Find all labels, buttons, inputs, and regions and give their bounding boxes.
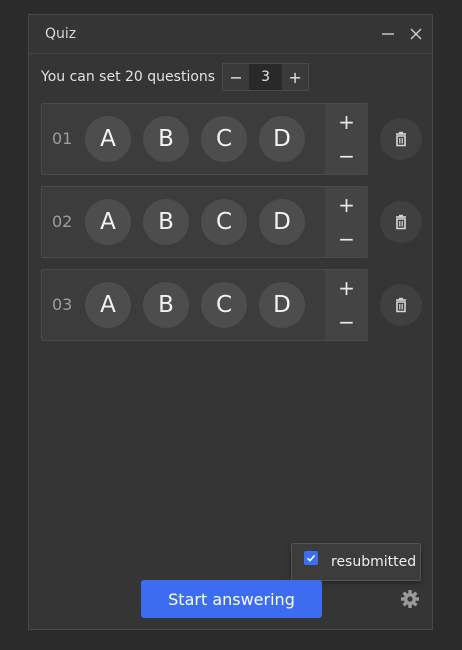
remove-option-button[interactable]: − — [325, 222, 368, 256]
option-c-button[interactable]: C — [201, 116, 247, 162]
question-number: 02 — [52, 212, 73, 231]
question-limit-label: You can set 20 questions — [41, 69, 216, 85]
resubmit-popover: resubmitted — [291, 543, 421, 581]
checkmark-icon — [306, 554, 316, 562]
question-list: 01 A B C D + − 02 A B C D + − 03 A B C D… — [41, 103, 424, 352]
resubmitted-checkbox[interactable] — [304, 551, 318, 565]
question-number: 01 — [52, 129, 73, 148]
option-count-controls: + − — [325, 270, 368, 340]
delete-question-button[interactable] — [380, 284, 422, 326]
question-count-setting: You can set 20 questions − 3 + — [41, 63, 310, 91]
remove-option-button[interactable]: − — [325, 139, 368, 173]
option-count-controls: + − — [325, 104, 368, 174]
trash-icon — [396, 131, 406, 147]
window-title: Quiz — [45, 26, 77, 42]
settings-button[interactable] — [400, 589, 420, 609]
start-answering-button[interactable]: Start answering — [141, 580, 322, 618]
question-row: 02 A B C D + − — [41, 186, 424, 258]
title-bar: Quiz — [29, 15, 432, 54]
option-b-button[interactable]: B — [143, 282, 189, 328]
question-number: 03 — [52, 295, 73, 314]
remove-option-button[interactable]: − — [325, 305, 368, 339]
resubmitted-label: resubmitted — [331, 554, 417, 570]
question-row: 01 A B C D + − — [41, 103, 424, 175]
question-row: 03 A B C D + − — [41, 269, 424, 341]
decrement-count-button[interactable]: − — [223, 64, 249, 90]
question-card: 02 A B C D + − — [41, 186, 368, 258]
trash-icon — [396, 214, 406, 230]
option-d-button[interactable]: D — [259, 116, 305, 162]
delete-question-button[interactable] — [380, 201, 422, 243]
add-option-button[interactable]: + — [325, 271, 368, 305]
trash-icon — [396, 297, 406, 313]
gear-icon — [401, 590, 419, 608]
close-button[interactable] — [406, 24, 426, 44]
minimize-icon — [382, 33, 394, 35]
question-card: 01 A B C D + − — [41, 103, 368, 175]
minimize-button[interactable] — [378, 24, 398, 44]
add-option-button[interactable]: + — [325, 105, 368, 139]
question-count-stepper: − 3 + — [222, 63, 310, 91]
add-option-button[interactable]: + — [325, 188, 368, 222]
option-b-button[interactable]: B — [143, 199, 189, 245]
delete-question-button[interactable] — [380, 118, 422, 160]
option-c-button[interactable]: C — [201, 282, 247, 328]
question-card: 03 A B C D + − — [41, 269, 368, 341]
question-count-value[interactable]: 3 — [249, 64, 283, 90]
quiz-window: Quiz You can set 20 questions − 3 + 01 A — [28, 14, 433, 630]
option-a-button[interactable]: A — [85, 282, 131, 328]
option-count-controls: + − — [325, 187, 368, 257]
option-c-button[interactable]: C — [201, 199, 247, 245]
option-b-button[interactable]: B — [143, 116, 189, 162]
close-icon — [410, 28, 422, 40]
option-d-button[interactable]: D — [259, 282, 305, 328]
option-a-button[interactable]: A — [85, 116, 131, 162]
increment-count-button[interactable]: + — [282, 64, 308, 90]
option-a-button[interactable]: A — [85, 199, 131, 245]
option-d-button[interactable]: D — [259, 199, 305, 245]
